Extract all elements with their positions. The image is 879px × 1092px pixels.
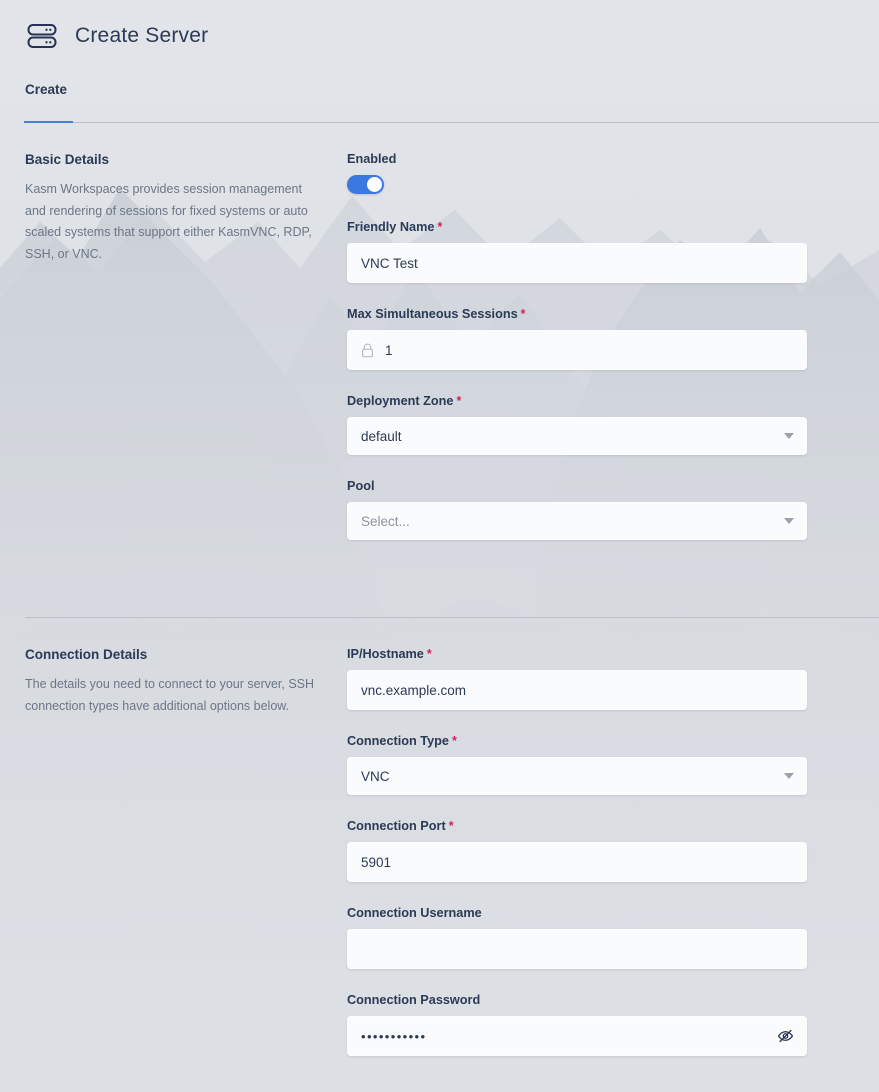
eye-slash-icon[interactable]: [777, 1028, 794, 1045]
deployment-zone-select[interactable]: default: [347, 417, 807, 455]
chevron-down-icon: [784, 518, 794, 524]
section-basic-details-fields: Enabled Friendly Name * VNC Test Max Simu…: [347, 152, 879, 619]
required-asterisk: *: [456, 394, 462, 408]
connection-port-value: 5901: [361, 854, 392, 870]
create-server-page: Create Server Create Basic Details Kasm …: [0, 0, 879, 1092]
pool-select[interactable]: Select...: [347, 502, 807, 540]
section-basic-details: Basic Details Kasm Workspaces provides s…: [0, 124, 879, 619]
server-rack-icon: [25, 19, 59, 53]
tab-bar-divider: [73, 122, 879, 123]
required-asterisk: *: [437, 220, 443, 234]
ip-hostname-input[interactable]: vnc.example.com: [347, 670, 807, 710]
pool-placeholder: Select...: [361, 513, 410, 529]
field-connection-password: Connection Password •••••••••••: [347, 993, 831, 1056]
max-simultaneous-sessions-value: 1: [385, 342, 393, 358]
connection-port-input[interactable]: 5901: [347, 842, 807, 882]
section-connection-details-fields: IP/Hostname * vnc.example.com Connection …: [347, 647, 879, 1076]
field-connection-username-label: Connection Username: [347, 906, 482, 920]
section-basic-details-description: Kasm Workspaces provides session managem…: [25, 182, 312, 261]
field-ip-hostname: IP/Hostname * vnc.example.com: [347, 647, 831, 710]
friendly-name-input[interactable]: VNC Test: [347, 243, 807, 283]
max-simultaneous-sessions-input[interactable]: 1: [347, 330, 807, 370]
ip-hostname-value: vnc.example.com: [361, 682, 467, 698]
field-ip-hostname-label: IP/Hostname *: [347, 647, 432, 661]
field-pool-label: Pool: [347, 479, 375, 493]
field-connection-port: Connection Port * 5901: [347, 819, 831, 882]
deployment-zone-value: default: [361, 428, 402, 444]
connection-type-select[interactable]: VNC: [347, 757, 807, 795]
field-connection-password-label: Connection Password: [347, 993, 481, 1007]
section-divider: [25, 617, 879, 618]
field-enabled-label: Enabled: [347, 152, 397, 166]
field-deployment-zone-label: Deployment Zone *: [347, 394, 462, 408]
field-friendly-name: Friendly Name * VNC Test: [347, 220, 831, 283]
connection-password-value: •••••••••••: [361, 1028, 427, 1044]
section-connection-details: Connection Details The details you need …: [0, 619, 879, 1076]
required-asterisk: *: [451, 734, 457, 748]
tab-create[interactable]: Create: [25, 82, 67, 117]
field-enabled: Enabled: [347, 152, 831, 194]
connection-password-input[interactable]: •••••••••••: [347, 1016, 807, 1056]
page-title: Create Server: [75, 24, 209, 47]
required-asterisk: *: [448, 819, 454, 833]
required-asterisk: *: [426, 647, 432, 661]
chevron-down-icon: [784, 773, 794, 779]
enabled-toggle-knob: [367, 177, 382, 192]
field-connection-type-label: Connection Type *: [347, 734, 457, 748]
field-max-simultaneous-sessions: Max Simultaneous Sessions * 1: [347, 307, 831, 370]
field-pool: Pool Select...: [347, 479, 831, 540]
section-connection-details-title: Connection Details: [25, 647, 148, 662]
chevron-down-icon: [784, 433, 794, 439]
field-deployment-zone: Deployment Zone * default: [347, 394, 831, 455]
field-connection-port-label: Connection Port *: [347, 819, 454, 833]
field-friendly-name-label: Friendly Name *: [347, 220, 443, 234]
field-connection-type: Connection Type * VNC: [347, 734, 831, 795]
friendly-name-value: VNC Test: [361, 255, 418, 271]
lock-icon: [361, 343, 374, 358]
page-header: Create Server: [0, 0, 879, 54]
tab-active-indicator: [24, 121, 73, 123]
section-basic-details-info: Basic Details Kasm Workspaces provides s…: [0, 152, 347, 619]
section-basic-details-title: Basic Details: [25, 152, 110, 167]
required-asterisk: *: [520, 307, 526, 321]
connection-type-value: VNC: [361, 768, 390, 784]
tab-bar: Create: [0, 74, 879, 124]
field-connection-username: Connection Username: [347, 906, 831, 969]
connection-username-input[interactable]: [347, 929, 807, 969]
section-connection-details-info: Connection Details The details you need …: [0, 647, 347, 1076]
enabled-toggle[interactable]: [347, 175, 384, 194]
field-max-simultaneous-sessions-label: Max Simultaneous Sessions *: [347, 307, 526, 321]
section-connection-details-description: The details you need to connect to your …: [25, 677, 315, 713]
